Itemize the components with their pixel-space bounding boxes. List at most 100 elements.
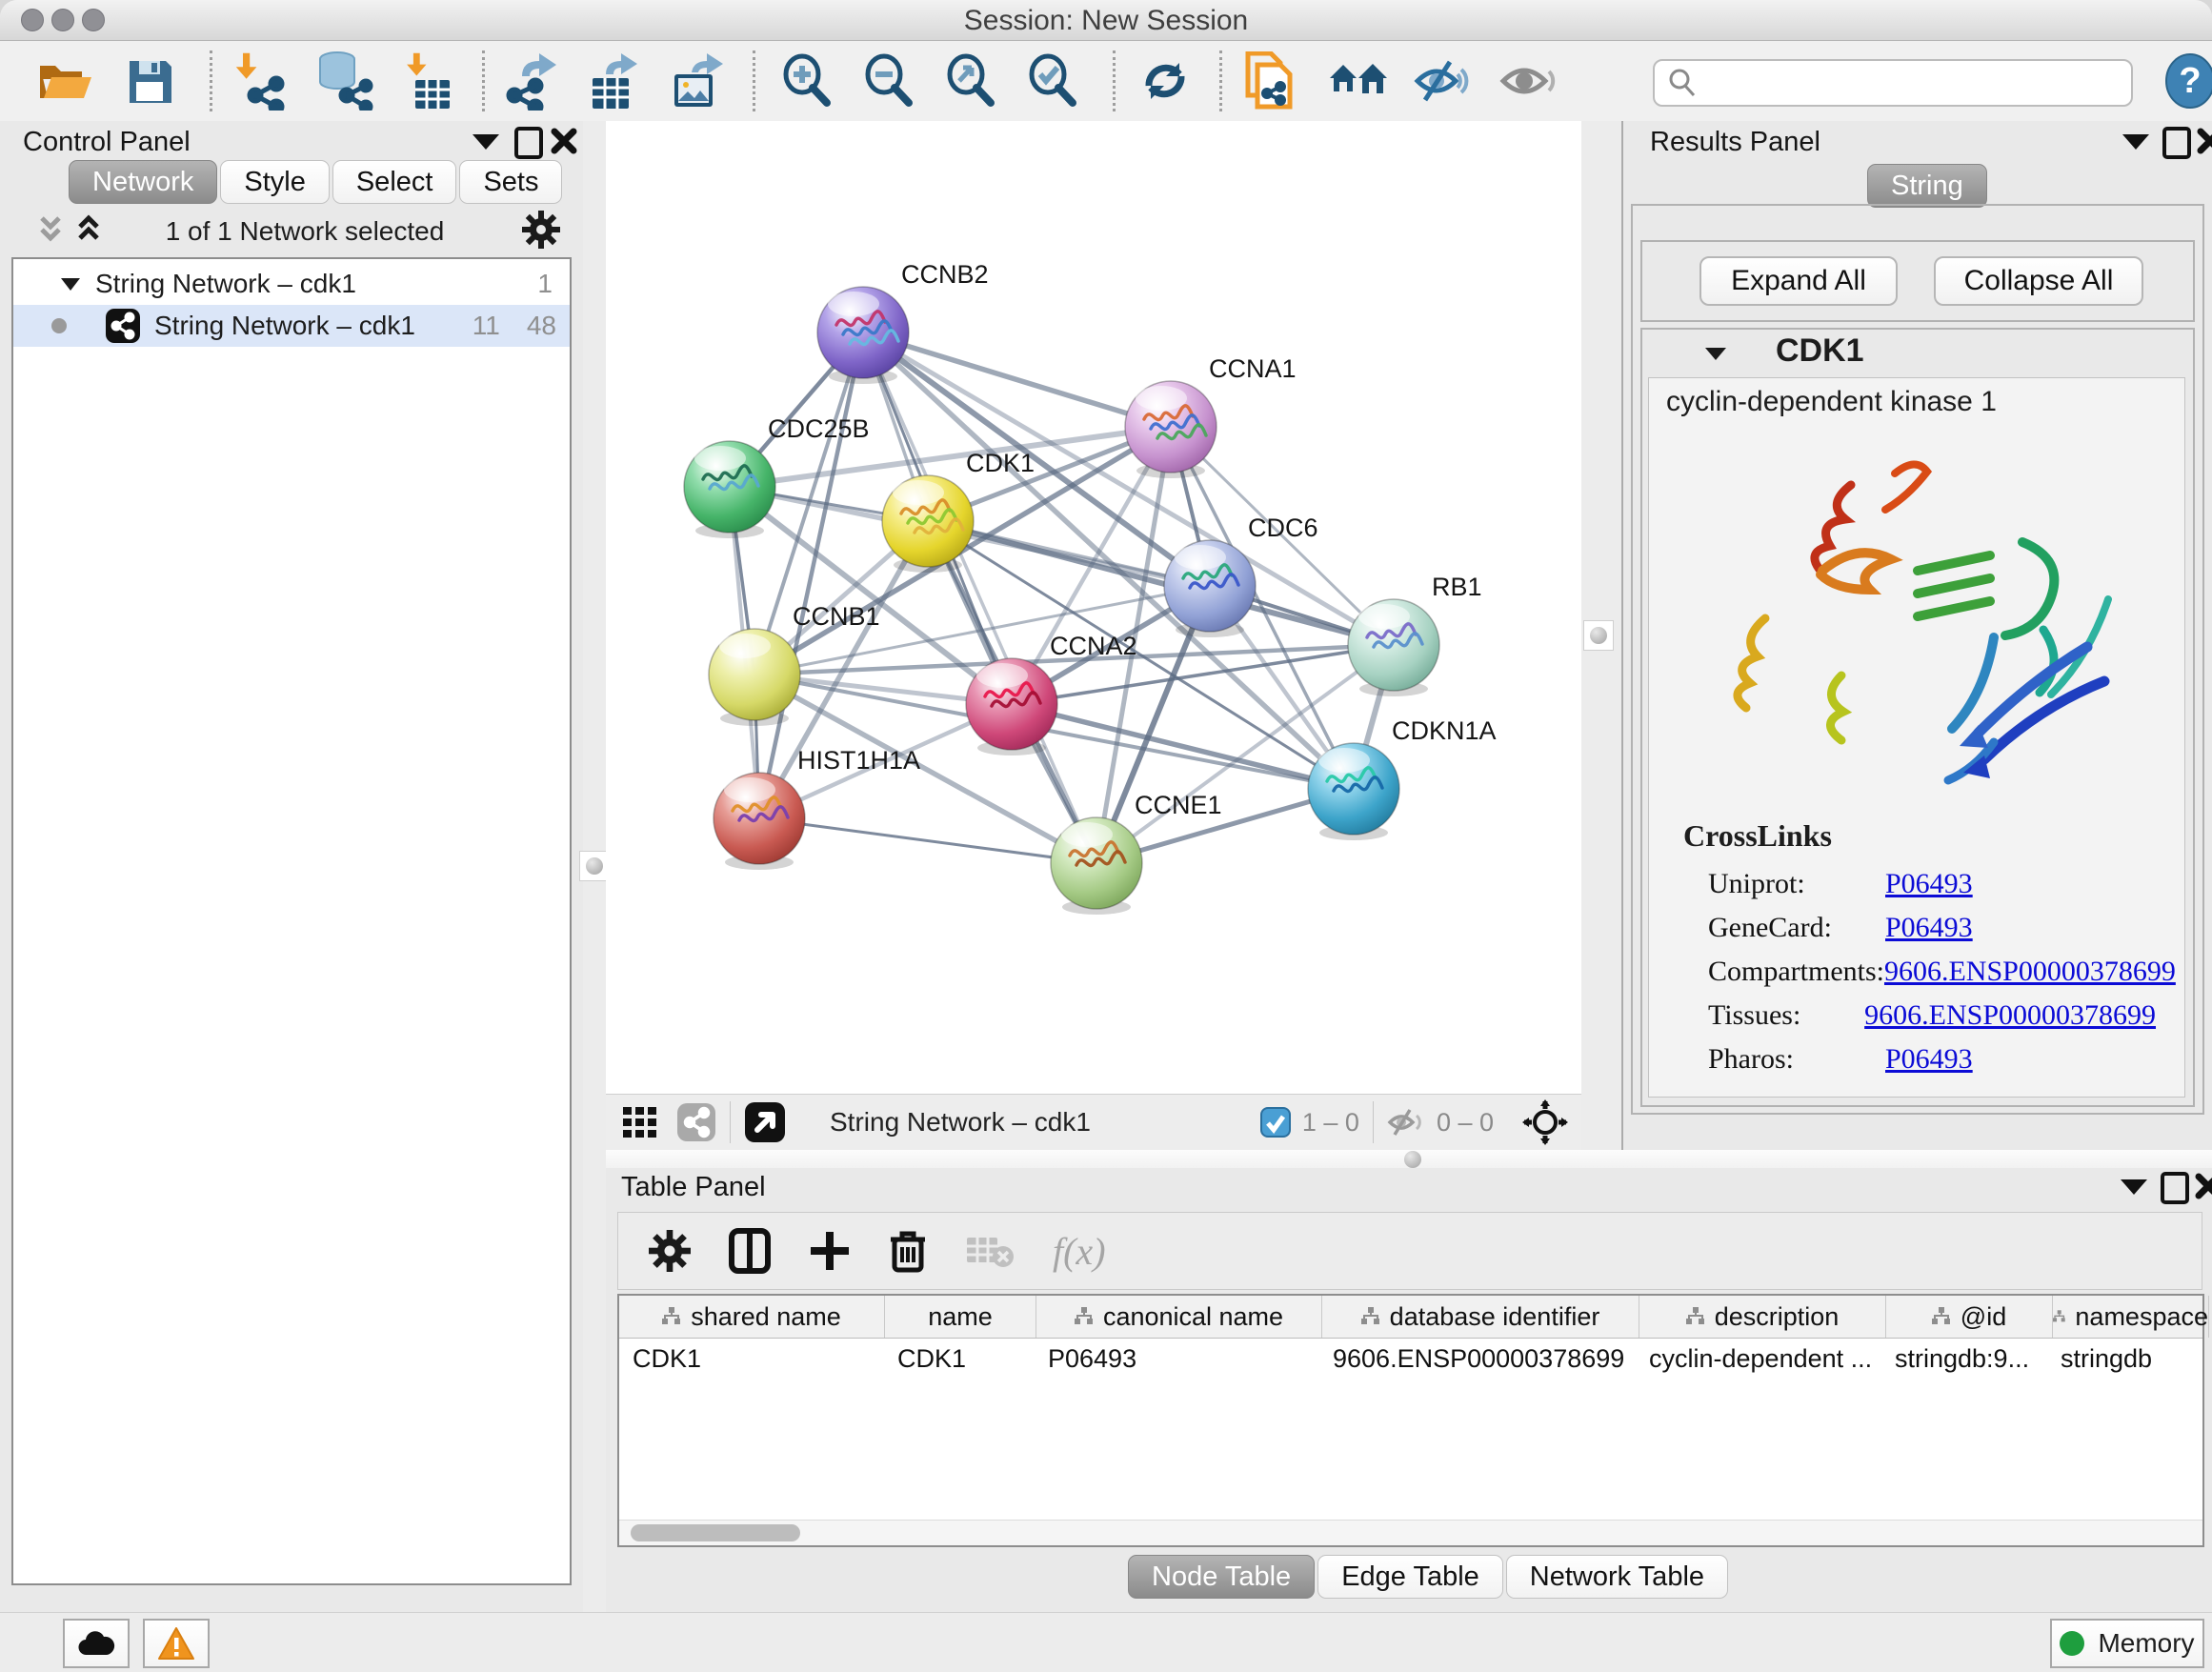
export-image-button[interactable] — [667, 41, 726, 121]
tab-edge-table[interactable]: Edge Table — [1317, 1555, 1503, 1599]
network-node-rb1[interactable]: RB1 — [1348, 573, 1482, 696]
zoom-out-button[interactable] — [861, 41, 916, 121]
table-cell[interactable]: 9606.ENSP00000378699 — [1319, 1339, 1636, 1379]
column-label: name — [928, 1302, 993, 1332]
column-header-@id[interactable]: @id — [1886, 1296, 2053, 1338]
apply-layout-button[interactable] — [1137, 41, 1193, 121]
table-cell[interactable]: P06493 — [1035, 1339, 1319, 1379]
network-options-gear-icon[interactable] — [522, 211, 560, 249]
zoom-in-button[interactable] — [779, 41, 835, 121]
column-header-shared-name[interactable]: shared name — [619, 1296, 885, 1338]
network-node-ccna1[interactable]: CCNA1 — [1125, 354, 1297, 478]
network-node-cdkn1a[interactable]: CDKN1A — [1308, 716, 1497, 840]
collapse-all-button[interactable]: Collapse All — [1934, 256, 2143, 306]
import-table-file-button[interactable] — [398, 41, 453, 121]
control-panel-float-icon[interactable] — [514, 127, 543, 159]
crosslink-value-link[interactable]: P06493 — [1885, 1043, 1973, 1076]
tab-select[interactable]: Select — [332, 160, 457, 204]
first-neighbors-button[interactable] — [1328, 41, 1389, 121]
right-splitter[interactable] — [1581, 121, 1621, 1150]
help-button[interactable]: ? — [2164, 41, 2212, 121]
table-horizontal-scrollbar[interactable] — [619, 1520, 2202, 1545]
network-edge[interactable] — [759, 818, 1096, 863]
column-header-namespace[interactable]: namespace — [2053, 1296, 2209, 1338]
horizontal-splitter[interactable] — [606, 1150, 2212, 1168]
crosslink-value-link[interactable]: P06493 — [1885, 912, 1973, 944]
tree-expand-arrow-icon[interactable] — [59, 275, 82, 292]
right-splitter-grip[interactable] — [1583, 620, 1614, 651]
zoom-selected-button[interactable] — [1025, 41, 1080, 121]
column-header-description[interactable]: description — [1639, 1296, 1886, 1338]
table-row[interactable]: CDK1CDK1P064939606.ENSP00000378699cyclin… — [619, 1339, 2202, 1379]
control-panel-minimize-icon[interactable] — [473, 134, 499, 150]
table-cell[interactable]: stringdb — [2047, 1339, 2202, 1379]
network-graph[interactable]: CCNB2CCNA1CDC25BCDK1CDC6RB1CCNB1CCNA2CDK… — [606, 121, 1581, 1094]
crosslinks-list: Uniprot:P06493GeneCard:P06493Compartment… — [1708, 862, 2156, 1081]
expand-all-button[interactable]: Expand All — [1699, 256, 1898, 306]
results-panel-float-icon[interactable] — [2162, 127, 2191, 159]
network-row-selected[interactable]: String Network – cdk1 11 48 — [13, 305, 570, 347]
export-table-button[interactable] — [585, 41, 644, 121]
network-node-cdk1[interactable]: CDK1 — [882, 449, 1035, 573]
expand-all-chevrons-icon[interactable] — [74, 214, 103, 245]
memory-button[interactable]: Memory — [2050, 1619, 2204, 1668]
import-network-file-button[interactable] — [229, 41, 288, 121]
table-cell[interactable]: stringdb:9... — [1881, 1339, 2047, 1379]
zoom-fit-button[interactable] — [943, 41, 998, 121]
table-panel-minimize-icon[interactable] — [2121, 1179, 2147, 1195]
network-node-ccne1[interactable]: CCNE1 — [1051, 791, 1222, 915]
network-edge[interactable] — [863, 332, 1096, 863]
tab-network[interactable]: Network — [69, 160, 217, 204]
tab-sets[interactable]: Sets — [459, 160, 562, 204]
table-cell[interactable]: CDK1 — [619, 1339, 884, 1379]
column-header-canonical-name[interactable]: canonical name — [1036, 1296, 1322, 1338]
crosslink-value-link[interactable]: 9606.ENSP00000378699 — [1864, 999, 2156, 1032]
column-header-name[interactable]: name — [885, 1296, 1036, 1338]
crosslink-value-link[interactable]: P06493 — [1885, 868, 1973, 900]
pan-crosshair-icon[interactable] — [1522, 1099, 1568, 1145]
network-node-hist1h1a[interactable]: HIST1H1A — [714, 746, 920, 870]
scrollbar-thumb[interactable] — [631, 1524, 800, 1541]
warnings-button[interactable] — [143, 1619, 210, 1668]
crosslink-value-link[interactable]: 9606.ENSP00000378699 — [1884, 956, 2176, 988]
show-columns-icon[interactable] — [729, 1228, 771, 1274]
table-settings-gear-icon[interactable] — [649, 1230, 691, 1272]
network-canvas[interactable]: CCNB2CCNA1CDC25BCDK1CDC6RB1CCNB1CCNA2CDK… — [606, 121, 1581, 1094]
hide-selected-button[interactable] — [1414, 41, 1473, 121]
table-cell[interactable]: cyclin-dependent ... — [1636, 1339, 1881, 1379]
network-edge[interactable] — [863, 332, 1171, 427]
collapse-all-chevrons-icon[interactable] — [36, 214, 65, 245]
toolbar-search[interactable] — [1653, 59, 2133, 107]
string-style-icon[interactable] — [676, 1102, 716, 1142]
show-all-button[interactable] — [1498, 41, 1557, 121]
selected-checkbox-icon[interactable] — [1260, 1107, 1291, 1138]
network-collection-row[interactable]: String Network – cdk1 1 — [13, 263, 570, 305]
import-network-database-button[interactable] — [312, 41, 373, 121]
table-panel-close-icon[interactable] — [2195, 1173, 2212, 1199]
open-session-button[interactable] — [38, 41, 93, 121]
control-panel-close-icon[interactable] — [551, 128, 577, 154]
tab-node-table[interactable]: Node Table — [1128, 1555, 1315, 1599]
save-session-button[interactable] — [126, 41, 173, 121]
create-column-plus-icon[interactable] — [809, 1230, 851, 1272]
search-input[interactable] — [1704, 68, 2131, 99]
results-panel-close-icon[interactable] — [2197, 128, 2212, 154]
table-cell[interactable]: CDK1 — [884, 1339, 1035, 1379]
tab-string[interactable]: String — [1867, 164, 1987, 208]
open-in-window-icon[interactable] — [744, 1101, 786, 1143]
tab-style[interactable]: Style — [220, 160, 329, 204]
results-panel-minimize-icon[interactable] — [2122, 134, 2149, 150]
memory-status-dot-icon — [2060, 1631, 2084, 1656]
cloud-button[interactable] — [63, 1619, 130, 1668]
clone-network-button[interactable] — [1242, 41, 1296, 121]
tab-network-table[interactable]: Network Table — [1506, 1555, 1728, 1599]
entry-collapse-arrow-icon[interactable] — [1703, 345, 1728, 362]
birdseye-grid-icon[interactable] — [623, 1105, 661, 1139]
network-node-ccnb1[interactable]: CCNB1 — [709, 602, 880, 726]
database-import-icon — [312, 51, 373, 111]
left-splitter[interactable] — [583, 121, 606, 1612]
delete-column-trash-icon[interactable] — [889, 1228, 927, 1274]
column-header-database-identifier[interactable]: database identifier — [1322, 1296, 1639, 1338]
export-network-button[interactable] — [503, 41, 562, 121]
table-panel-float-icon[interactable] — [2161, 1172, 2189, 1204]
